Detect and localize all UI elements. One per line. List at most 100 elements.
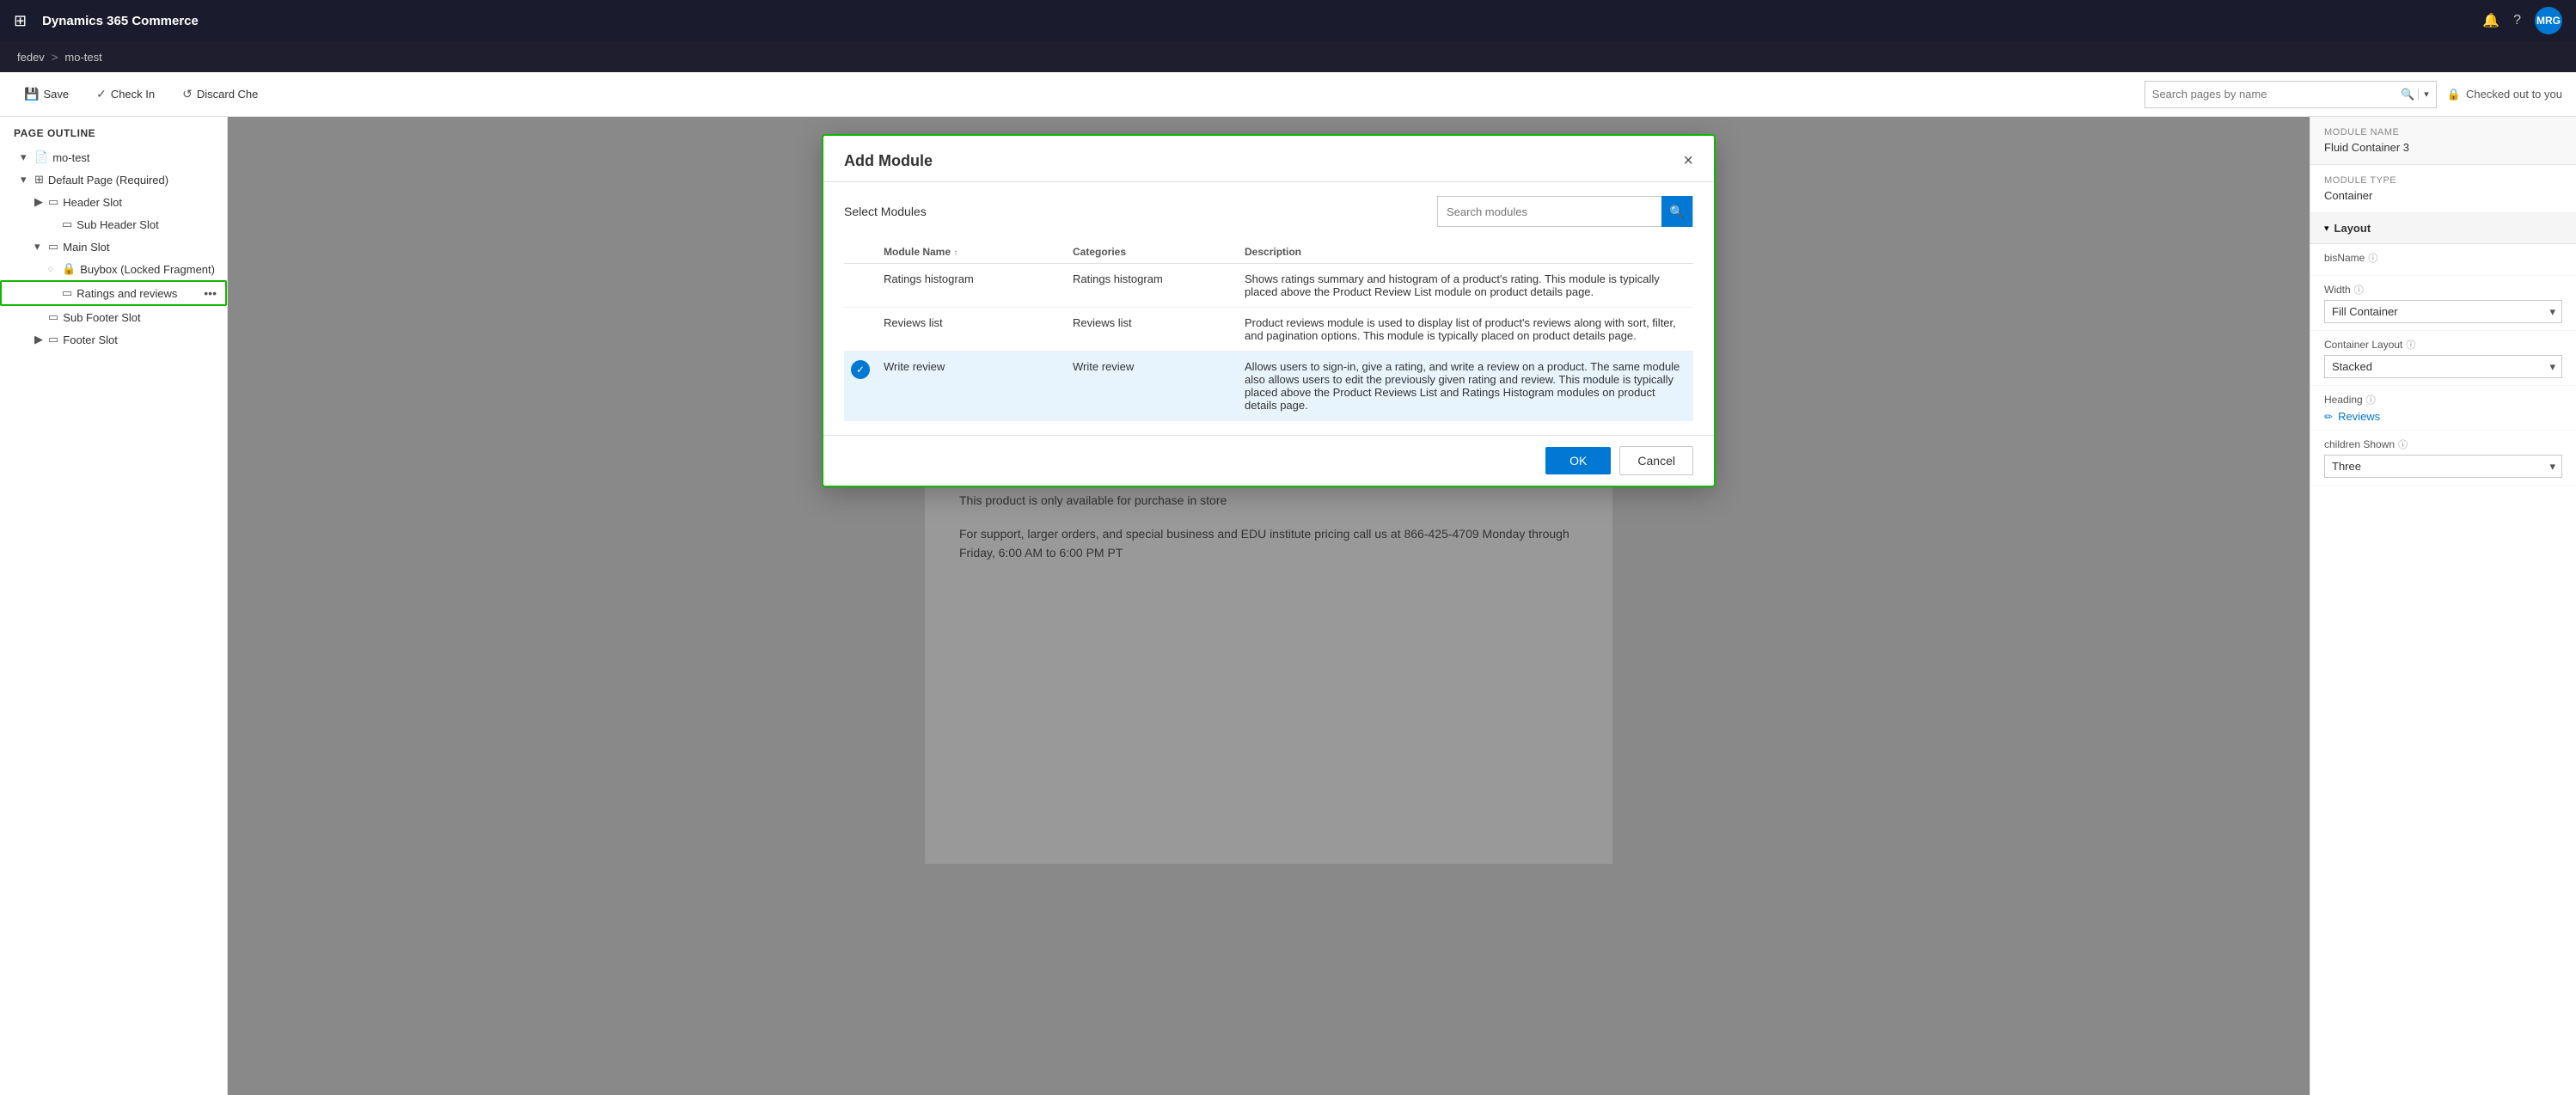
top-nav-bar: ⊞ Dynamics 365 Commerce 🔔 ? MRG [0,0,2576,41]
modal-title: Add Module [844,152,933,170]
sidebar-label-buybox: Buybox (Locked Fragment) [80,263,220,276]
sidebar-item-ratings-reviews[interactable]: ▭ Ratings and reviews ••• [0,280,227,306]
save-label: Save [43,88,69,101]
layout-section-header[interactable]: ▾ Layout [2310,213,2576,244]
sidebar-item-sub-header-slot[interactable]: ▭ Sub Header Slot [0,213,227,236]
add-module-modal: Add Module × Select Modules 🔍 [822,134,1716,487]
right-panel-module-name-section: MODULE NAME Fluid Container 3 [2310,117,2576,165]
container-layout-select-wrap: Stacked [2324,355,2562,378]
row-cat-reviews-list: Reviews list [1066,308,1238,352]
heading-value: Reviews [2338,410,2380,423]
width-select[interactable]: Fill Container [2324,300,2562,323]
user-avatar[interactable]: MRG [2535,7,2562,34]
nav-right-area: 🔔 ? MRG [2482,7,2562,34]
toolbar: 💾 Save ✓ Check In ↺ Discard Che 🔍 ▾ 🔒 Ch… [0,72,2576,117]
sidebar-item-footer-slot[interactable]: ▶ ▭ Footer Slot [0,328,227,351]
modal-footer: OK Cancel [823,435,1714,486]
table-row[interactable]: Reviews list Reviews list Product review… [844,308,1693,352]
checkin-label: Check In [111,88,155,101]
table-row[interactable]: ✓ Write review Write review Allows users… [844,352,1693,421]
children-shown-select[interactable]: Three [2324,455,2562,478]
row-cat-write-review: Write review [1066,352,1238,421]
grid-icon[interactable]: ⊞ [14,12,27,30]
sort-icon[interactable]: ↑ [953,248,958,258]
modal-body: Select Modules 🔍 Module Name [823,182,1714,435]
sidebar-label-mo-test: mo-test [52,151,220,164]
toggle-main-slot[interactable]: ▾ [34,240,48,254]
breadcrumb: fedev > mo-test [0,41,2576,72]
bisname-field: bisName ⓘ [2310,244,2576,276]
right-panel: MODULE NAME Fluid Container 3 Module Typ… [2310,117,2576,1095]
heading-info-icon[interactable]: ⓘ [2366,393,2376,407]
toggle-buybox[interactable]: ◌ [48,265,62,274]
modal-cancel-button[interactable]: Cancel [1619,446,1693,475]
search-modules-input[interactable] [1438,205,1661,218]
heading-label: Heading ⓘ [2324,393,2562,407]
pages-search-bar[interactable]: 🔍 ▾ [2145,81,2437,108]
sidebar: Page Outline ▾ 📄 mo-test ▾ ⊞ Default Pag… [0,117,228,1095]
children-shown-select-wrap: Three [2324,455,2562,478]
width-field: Width ⓘ Fill Container [2310,276,2576,331]
sidebar-item-header-slot[interactable]: ▶ ▭ Header Slot [0,191,227,213]
slot-icon-ratings: ▭ [62,286,72,300]
sidebar-item-buybox[interactable]: ◌ 🔒 Buybox (Locked Fragment) [0,258,227,280]
checkin-button[interactable]: ✓ Check In [86,82,165,107]
app-title: Dynamics 365 Commerce [42,14,199,28]
row-check-ratings-histogram [844,264,877,308]
sidebar-item-mo-test[interactable]: ▾ 📄 mo-test [0,146,227,168]
ratings-actions: ••• [200,284,220,302]
sidebar-label-sub-footer-slot: Sub Footer Slot [63,311,220,324]
toggle-header-slot[interactable]: ▶ [34,195,48,209]
bisname-label: bisName ⓘ [2324,251,2562,265]
modal-close-button[interactable]: × [1683,151,1693,171]
pages-search-icon[interactable]: 🔍 [2401,88,2414,101]
container-layout-info-icon[interactable]: ⓘ [2406,338,2415,352]
breadcrumb-part1[interactable]: fedev [17,51,45,64]
heading-field: Heading ⓘ ✏ Reviews [2310,386,2576,431]
slot-icon-header: ▭ [48,195,58,209]
toggle-default-page[interactable]: ▾ [21,173,34,187]
sidebar-label-header-slot: Header Slot [63,196,220,209]
pages-search-input[interactable] [2152,88,2401,101]
module-type-value: Container [2324,189,2562,202]
sidebar-item-main-slot[interactable]: ▾ ▭ Main Slot [0,236,227,258]
toggle-footer-slot[interactable]: ▶ [34,333,48,346]
row-desc-write-review: Allows users to sign-in, give a rating, … [1238,352,1693,421]
search-dropdown-icon[interactable]: ▾ [2418,89,2429,100]
container-layout-field: Container Layout ⓘ Stacked [2310,331,2576,386]
col-header-module-name[interactable]: Module Name ↑ [877,241,1066,264]
notification-icon[interactable]: 🔔 [2482,12,2500,29]
selected-checkmark: ✓ [851,360,870,379]
width-info-icon[interactable]: ⓘ [2354,283,2364,297]
heading-edit-link[interactable]: ✏ Reviews [2324,410,2562,423]
help-icon[interactable]: ? [2513,13,2521,28]
save-button[interactable]: 💾 Save [14,82,79,107]
sidebar-item-sub-footer-slot[interactable]: ▭ Sub Footer Slot [0,306,227,328]
modules-table: Module Name ↑ Categories Description [844,241,1693,421]
toggle-mo-test[interactable]: ▾ [21,150,34,164]
right-panel-module-type-section: Module Type Container [2310,165,2576,213]
breadcrumb-part2[interactable]: mo-test [64,51,101,64]
sidebar-label-footer-slot: Footer Slot [63,333,220,346]
row-desc-ratings-histogram: Shows ratings summary and histogram of a… [1238,264,1693,308]
sidebar-item-default-page[interactable]: ▾ ⊞ Default Page (Required) [0,168,227,191]
modal-subtitle: Select Modules [844,205,927,218]
bisname-info-icon[interactable]: ⓘ [2368,251,2377,265]
sidebar-label-sub-header-slot: Sub Header Slot [76,218,220,231]
container-layout-label: Container Layout ⓘ [2324,338,2562,352]
children-shown-info-icon[interactable]: ⓘ [2398,437,2408,451]
search-modules-button[interactable]: 🔍 [1661,196,1692,227]
table-row[interactable]: Ratings histogram Ratings histogram Show… [844,264,1693,308]
row-check-write-review: ✓ [844,352,877,421]
modal-top-row: Select Modules 🔍 [844,196,1693,227]
lock-icon: 🔒 [2447,88,2461,101]
slot-icon-sub-footer: ▭ [48,310,58,324]
container-layout-select[interactable]: Stacked [2324,355,2562,378]
modal-ok-button[interactable]: OK [1545,447,1611,474]
page-icon-mo-test: 📄 [34,150,48,164]
discard-button[interactable]: ↺ Discard Che [172,82,268,107]
pencil-icon: ✏ [2324,411,2333,423]
ratings-more-button[interactable]: ••• [200,284,220,302]
row-name-ratings-histogram: Ratings histogram [877,264,1066,308]
module-name-label: MODULE NAME [2324,127,2562,138]
